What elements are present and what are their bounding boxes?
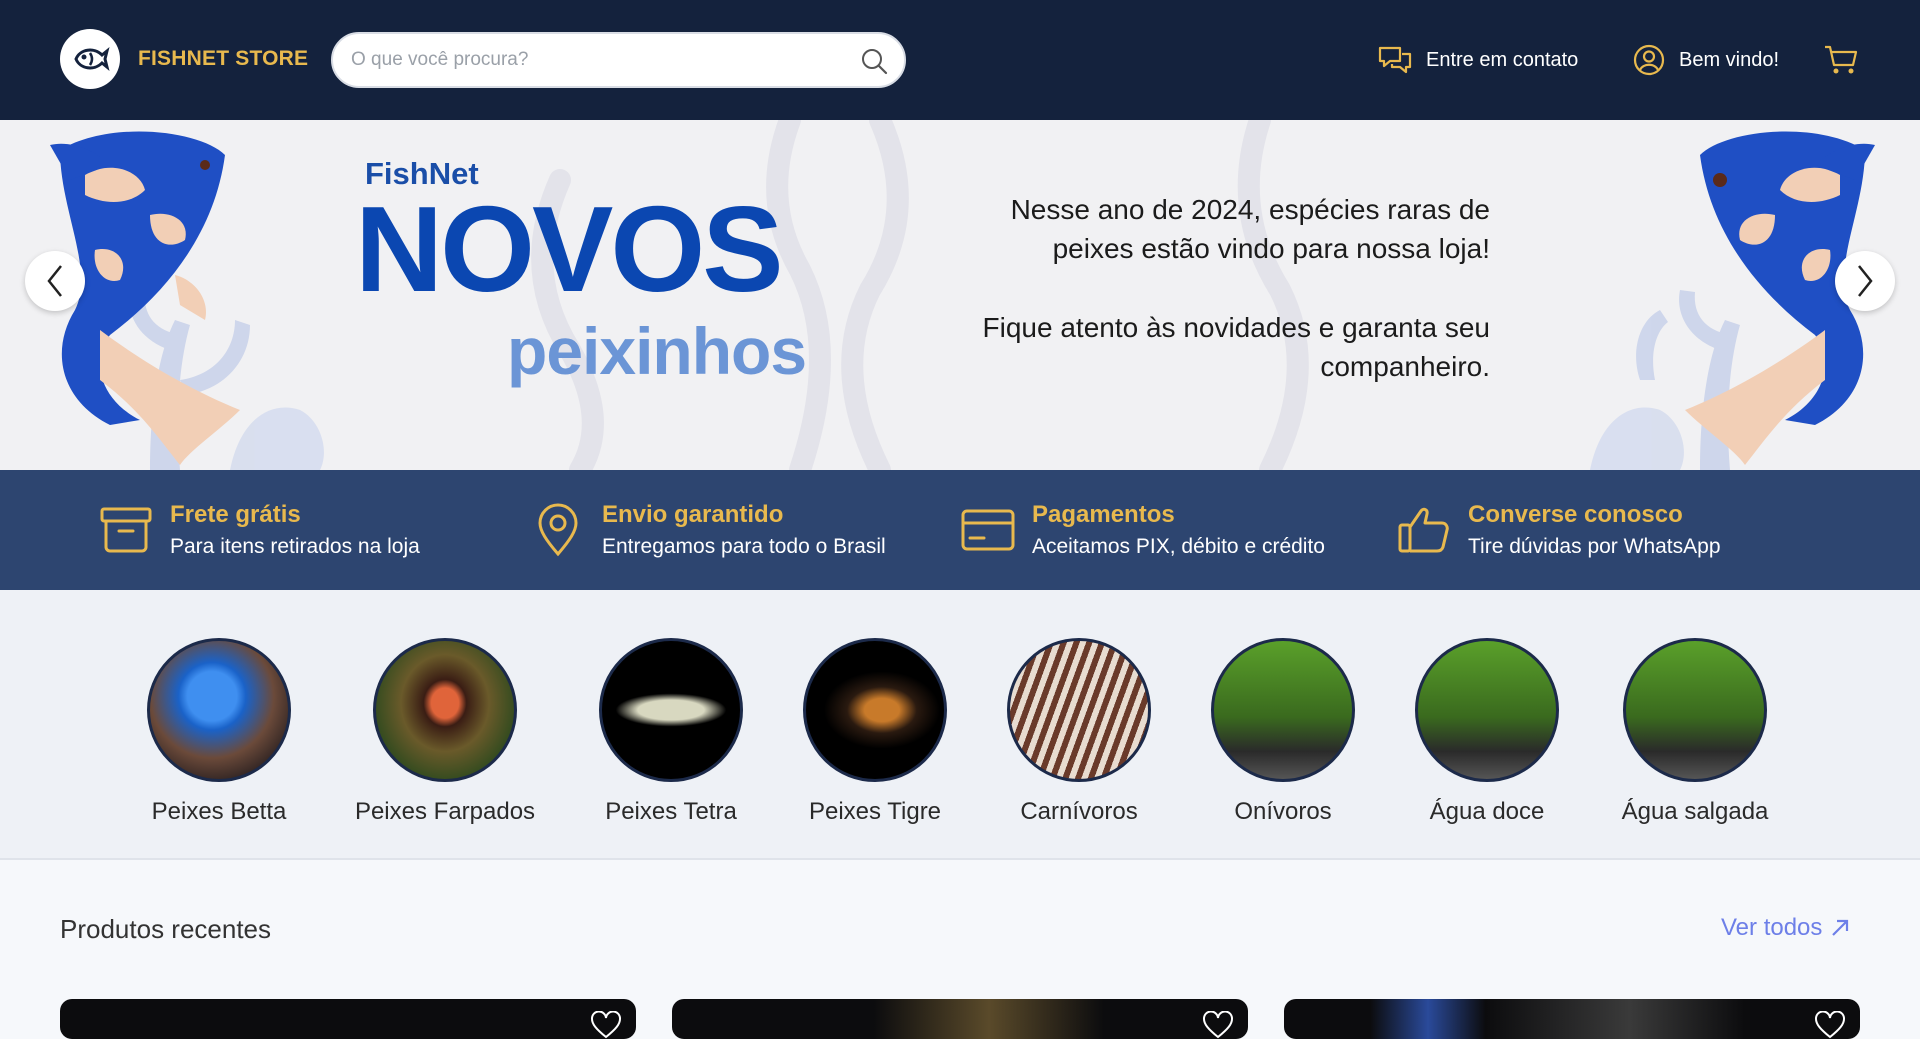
- category-tigre[interactable]: Peixes Tigre: [765, 638, 985, 826]
- search-box: [331, 32, 906, 88]
- category-image: [147, 638, 291, 782]
- feature-payments: Pagamentos Aceitamos PIX, débito e crédi…: [958, 470, 1325, 590]
- banner-title: NOVOS: [355, 181, 784, 317]
- feature-title: Frete grátis: [170, 501, 301, 528]
- category-carnivoros[interactable]: Carnívoros: [969, 638, 1189, 826]
- category-image: [1415, 638, 1559, 782]
- category-label: Carnívoros: [1020, 798, 1138, 825]
- location-pin-icon: [538, 503, 578, 557]
- category-image: [1623, 638, 1767, 782]
- product-card[interactable]: [60, 999, 636, 1039]
- feature-desc: Tire dúvidas por WhatsApp: [1468, 535, 1721, 558]
- search-icon[interactable]: [860, 47, 888, 80]
- account-link[interactable]: Bem vindo!: [1633, 44, 1779, 76]
- product-card[interactable]: [672, 999, 1248, 1039]
- hero-banner: FishNet NOVOS peixinhos Nesse ano de 202…: [0, 120, 1920, 470]
- brand-name[interactable]: FISHNET STORE: [138, 47, 308, 71]
- product-card[interactable]: [1284, 999, 1860, 1039]
- see-all-link[interactable]: Ver todos: [1721, 914, 1850, 942]
- feature-title: Pagamentos: [1032, 501, 1175, 528]
- categories-row: Peixes Betta Peixes Farpados Peixes Tetr…: [0, 590, 1920, 860]
- feature-desc: Entregamos para todo o Brasil: [602, 535, 886, 558]
- category-label: Peixes Betta: [151, 798, 287, 825]
- heart-icon[interactable]: [1202, 1010, 1234, 1039]
- category-image: [373, 638, 517, 782]
- category-image: [1211, 638, 1355, 782]
- category-label: Onívoros: [1234, 798, 1332, 825]
- category-tetra[interactable]: Peixes Tetra: [561, 638, 781, 826]
- category-image: [599, 638, 743, 782]
- logo[interactable]: [60, 29, 120, 89]
- contact-label: Entre em contato: [1426, 48, 1579, 71]
- arrow-up-right-icon: [1832, 919, 1849, 936]
- banner-text: Nesse ano de 2024, espécies raras de pei…: [930, 190, 1490, 386]
- feature-desc: Para itens retirados na loja: [170, 535, 420, 558]
- contact-link[interactable]: Entre em contato: [1378, 44, 1578, 76]
- category-label: Água doce: [1429, 798, 1545, 825]
- credit-card-icon: [961, 509, 1015, 551]
- feature-title: Envio garantido: [602, 501, 784, 528]
- chevron-right-icon: [1858, 265, 1873, 297]
- heart-icon[interactable]: [1814, 1010, 1846, 1039]
- category-image: [1007, 638, 1151, 782]
- banner-text-line-1: Nesse ano de 2024, espécies raras de pei…: [1010, 194, 1490, 264]
- carousel-next-button[interactable]: [1835, 251, 1895, 311]
- heart-icon[interactable]: [590, 1010, 622, 1039]
- feature-desc: Aceitamos PIX, débito e crédito: [1032, 535, 1325, 558]
- category-agua-doce[interactable]: Água doce: [1377, 638, 1597, 826]
- carousel-prev-button[interactable]: [25, 251, 85, 311]
- fish-logo-icon: [74, 47, 110, 71]
- recent-products-title: Produtos recentes: [60, 914, 272, 944]
- features-bar: Frete grátis Para itens retirados na loj…: [0, 470, 1920, 590]
- chevron-left-icon: [47, 265, 62, 297]
- box-icon: [100, 507, 152, 553]
- search-input[interactable]: [351, 34, 831, 86]
- category-label: Água salgada: [1621, 798, 1769, 825]
- category-label: Peixes Farpados: [354, 798, 536, 825]
- welcome-label: Bem vindo!: [1679, 48, 1780, 71]
- category-farpados[interactable]: Peixes Farpados: [335, 638, 555, 826]
- banner-text-line-2: Fique atento às novidades e garanta seu …: [982, 312, 1490, 382]
- cart-icon: [1825, 45, 1858, 74]
- feature-contact: Converse conosco Tire dúvidas por WhatsA…: [1394, 470, 1721, 590]
- header: FISHNET STORE Entre em contato Bem vindo…: [0, 0, 1920, 120]
- chat-icon: [1378, 46, 1412, 74]
- feature-free-shipping: Frete grátis Para itens retirados na loj…: [96, 470, 420, 590]
- category-onivoros[interactable]: Onívoros: [1173, 638, 1393, 826]
- category-label: Peixes Tetra: [605, 798, 737, 825]
- thumbs-up-icon: [1398, 507, 1449, 553]
- category-agua-salgada[interactable]: Água salgada: [1585, 638, 1805, 826]
- category-betta[interactable]: Peixes Betta: [109, 638, 329, 826]
- category-label: Peixes Tigre: [808, 798, 942, 825]
- category-image: [803, 638, 947, 782]
- banner-subtitle: peixinhos: [507, 314, 807, 388]
- feature-title: Converse conosco: [1468, 501, 1683, 528]
- user-icon: [1633, 44, 1665, 76]
- feature-guaranteed-delivery: Envio garantido Entregamos para todo o B…: [528, 470, 886, 590]
- see-all-label: Ver todos: [1721, 914, 1823, 941]
- cart-button[interactable]: [1823, 44, 1859, 81]
